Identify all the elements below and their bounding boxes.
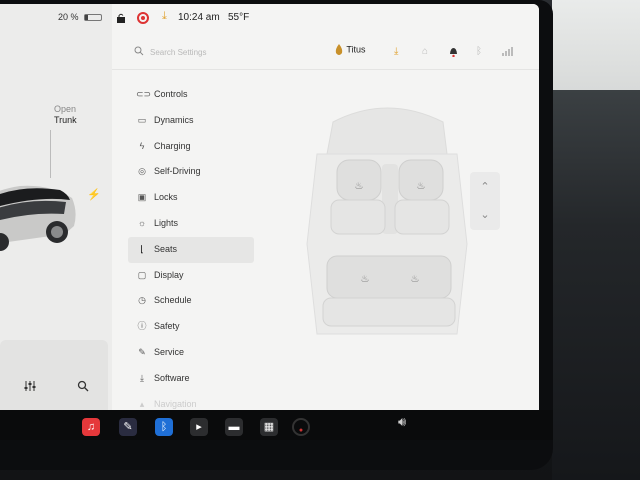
menu-item-label: Self-Driving (154, 166, 201, 177)
lock-icon: ▣ (137, 192, 147, 203)
media-player-icon[interactable]: ▸ (190, 418, 208, 436)
menu-item-seats[interactable]: ⌊ Seats (128, 236, 254, 263)
menu-item-label: Locks (154, 192, 178, 203)
sliders-icon[interactable] (22, 380, 38, 394)
bolt-icon: ϟ (139, 140, 145, 151)
calendar-app-icon[interactable]: ▦ (260, 418, 278, 436)
radio-app-icon[interactable]: ▬ (225, 418, 243, 436)
chevron-down-icon[interactable]: ⌄ (470, 202, 500, 228)
clock-time: 10:24 am (178, 12, 220, 23)
software-update-icon[interactable]: ⤓ (394, 46, 398, 57)
camera-app-icon[interactable]: ● (292, 418, 310, 436)
menu-item-locks[interactable]: ▣ Locks (128, 185, 254, 211)
open-label: Open (54, 104, 77, 114)
touchscreen: 20 % Open Trunk ⚡ ⤓ 10:24 am 55°F Search… (0, 4, 539, 410)
car-interior (552, 90, 640, 480)
chevron-up-icon[interactable]: ⌃ (470, 174, 500, 200)
seat-heater-diagram: ♨ ♨ ♨ ♨ (306, 107, 468, 335)
menu-item-self-driving[interactable]: ◎ Self-Driving (128, 159, 254, 185)
car-window (552, 0, 640, 90)
view-scroll-controls: ⌃ ⌄ (470, 172, 500, 230)
search-icon[interactable] (75, 380, 91, 394)
status-bar: ⤓ 10:24 am 55°F (112, 10, 539, 32)
menu-item-label: Schedule (154, 295, 192, 306)
home-icon[interactable]: ⌂ (422, 46, 428, 57)
wrench-icon: ✎ (138, 346, 146, 357)
battery-fill (85, 15, 89, 20)
profile-icon (335, 44, 343, 55)
lock-icon[interactable] (116, 13, 126, 23)
bluetooth-icon[interactable]: ᛒ (476, 46, 482, 57)
download-icon[interactable]: ⤓ (162, 10, 167, 23)
notification-bell-icon[interactable] (449, 46, 458, 60)
menu-item-label: Dynamics (154, 114, 194, 125)
menu-item-service[interactable]: ✎ Service (128, 340, 254, 366)
info-icon: ⓘ (137, 321, 147, 332)
menu-item-label: Lights (154, 217, 179, 228)
trunk-label: Trunk (54, 115, 77, 125)
outside-temperature: 55°F (228, 12, 250, 23)
sun-icon: ☼ (137, 217, 147, 228)
clock-icon: ◷ (138, 295, 146, 306)
charging-bolt-icon: ⚡ (87, 189, 101, 201)
seat-icon: ⌊ (140, 243, 144, 254)
menu-item-label: Service (154, 346, 185, 357)
screen-bezel: 20 % Open Trunk ⚡ ⤓ 10:24 am 55°F Search… (0, 0, 553, 470)
settings-panel: ⤓ 10:24 am 55°F Titus ⤓ ⌂ ᛒ (112, 4, 539, 410)
dashcam-record-icon[interactable] (137, 12, 149, 24)
menu-item-label: Navigation (154, 398, 197, 409)
car-model-image (0, 185, 76, 251)
profile-name: Titus (346, 44, 366, 55)
menu-item-software[interactable]: ⤓ Software (128, 366, 254, 392)
display-icon: ▢ (137, 269, 147, 280)
svg-text:♨: ♨ (361, 274, 370, 285)
battery-percentage: 20 % (58, 12, 79, 22)
menu-item-controls[interactable]: ⊂⊃ Controls (128, 82, 254, 108)
quick-controls-panel (0, 340, 108, 410)
menu-item-safety[interactable]: ⓘ Safety (128, 314, 254, 340)
toybox-app-icon[interactable]: ✎ (119, 418, 137, 436)
volume-icon[interactable]: 🔊︎ (398, 414, 406, 430)
car-panel: 20 % Open Trunk ⚡ (0, 4, 112, 410)
menu-item-label: Seats (154, 243, 178, 254)
battery-status: 20 % (0, 11, 112, 25)
menu-item-label: Charging (154, 140, 191, 151)
menu-item-lights[interactable]: ☼ Lights (128, 211, 254, 237)
settings-menu: ⊂⊃ Controls ▭ Dynamics ϟ Charging ◎ Self-Dri… (128, 82, 254, 410)
trunk-pointer-line (50, 130, 51, 178)
bluetooth-app-icon[interactable]: ᛒ (155, 418, 173, 436)
search-settings-input[interactable] (150, 45, 270, 59)
car-icon: ▭ (137, 114, 147, 125)
menu-item-navigation[interactable]: ▴ Navigation (128, 392, 254, 410)
toggle-icon: ⊂⊃ (136, 89, 152, 99)
download-icon: ⤓ (140, 372, 144, 383)
menu-item-display[interactable]: ▢ Display (128, 263, 254, 289)
navigation-icon: ▴ (139, 398, 145, 409)
menu-item-label: Safety (154, 321, 180, 332)
music-app-icon[interactable]: ♫ (82, 418, 100, 436)
menu-item-label: Display (154, 269, 184, 280)
svg-text:♨: ♨ (411, 274, 420, 285)
open-trunk-button[interactable]: Open Trunk (54, 104, 77, 126)
rear-seat[interactable]: ♨ ♨ (322, 255, 456, 327)
menu-item-schedule[interactable]: ◷ Schedule (128, 288, 254, 314)
driver-profile[interactable]: Titus (334, 43, 366, 57)
menu-item-dynamics[interactable]: ▭ Dynamics (128, 108, 254, 134)
search-icon (134, 46, 144, 59)
battery-icon (84, 14, 102, 21)
lte-signal-icon (500, 46, 514, 59)
svg-text:♨: ♨ (355, 181, 364, 192)
search-bar: Titus ⤓ ⌂ ᛒ (112, 34, 539, 70)
steering-wheel-icon: ◎ (138, 166, 146, 177)
menu-item-label: Software (154, 372, 190, 383)
menu-item-charging[interactable]: ϟ Charging (128, 134, 254, 160)
menu-item-label: Controls (154, 89, 188, 99)
svg-text:♨: ♨ (417, 181, 426, 192)
